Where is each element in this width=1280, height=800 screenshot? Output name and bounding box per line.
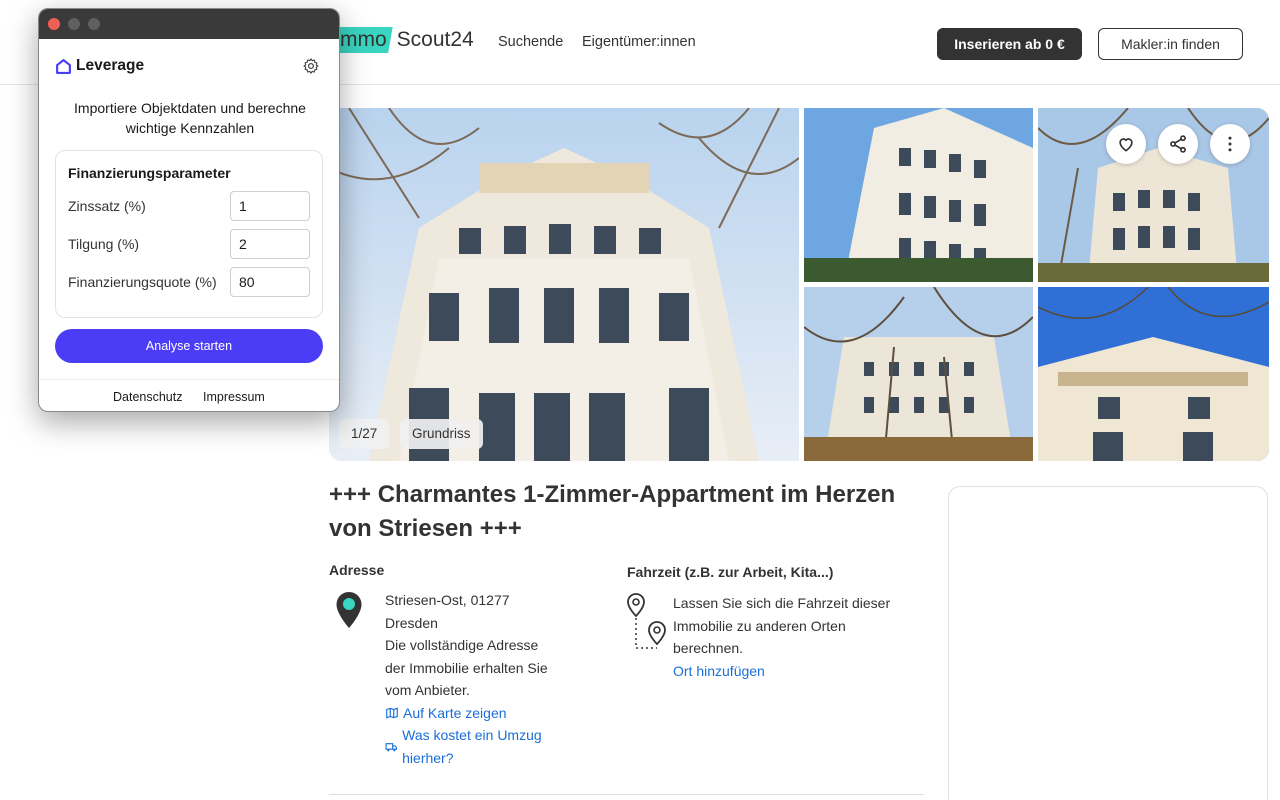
listing-title: +++ Charmantes 1-Zimmer-Appartment im He… [329,481,896,542]
repayment-label: Tilgung (%) [68,236,140,252]
thumbnail-photo-2[interactable] [804,108,1033,282]
commute-description: Lassen Sie sich die Fahrzeit dieser Immo… [673,595,891,656]
truck-icon [385,742,398,751]
address-block: Striesen-Ost, 01277 Dresden Die vollstän… [385,589,585,769]
financing-ratio-input[interactable] [230,267,310,297]
settings-gear-icon[interactable] [302,57,320,75]
moving-cost-link[interactable]: Was kostet ein Umzug hierher? [385,724,585,769]
start-analysis-button[interactable]: Analyse starten [55,329,323,363]
brand-name: Leverage [76,57,145,74]
window-titlebar[interactable] [39,9,339,39]
financing-params-title: Finanzierungsparameter [68,165,231,181]
financing-params-panel: Finanzierungsparameter Zinssatz (%) Tilg… [55,150,323,318]
minimize-window-button[interactable] [68,18,80,30]
share-icon [1170,135,1186,153]
address-line-1: Striesen-Ost, 01277 [385,592,510,608]
imprint-link[interactable]: Impressum [203,390,265,404]
leverage-brand: Leverage [55,57,144,75]
financing-ratio-label: Finanzierungsquote (%) [68,274,217,290]
nav-owners[interactable]: Eigentümer:innen [582,34,696,50]
section-divider [329,794,924,795]
photo-gallery: 1/27 Grundriss [329,108,1269,461]
more-icon [1228,136,1232,152]
zoom-window-button[interactable] [88,18,100,30]
map-icon [386,707,398,719]
nav-searchers[interactable]: Suchende [498,34,563,50]
logo-immo: mmo [336,27,393,53]
find-agent-button[interactable]: Makler:in finden [1098,28,1243,60]
privacy-link[interactable]: Datenschutz [113,390,182,404]
heart-icon [1119,138,1133,152]
repayment-input[interactable] [230,229,310,259]
show-on-map-label: Auf Karte zeigen [403,704,507,721]
route-icon [627,593,666,649]
contact-card [948,486,1268,800]
share-button[interactable] [1158,124,1198,164]
commute-block: Lassen Sie sich die Fahrzeit dieser Immo… [673,592,933,682]
logo-scout: Scout24 [396,28,474,51]
commute-heading: Fahrzeit (z.B. zur Arbeit, Kita...) [627,564,834,580]
main-photo[interactable] [329,108,799,461]
interest-rate-input[interactable] [230,191,310,221]
address-heading: Adresse [329,562,385,578]
favorite-button[interactable] [1106,124,1146,164]
add-place-link[interactable]: Ort hinzufügen [673,660,933,683]
address-line-2: Dresden [385,614,438,631]
thumbnail-photo-4[interactable] [804,287,1033,461]
address-note: Die vollständige Adresse der Immobilie e… [385,637,548,698]
immoscout-logo[interactable]: mmo Scout24 [336,26,474,54]
floorplan-button[interactable]: Grundriss [400,419,483,449]
leverage-popup-window: Leverage Importiere Objektdaten und bere… [38,8,340,412]
insert-listing-button[interactable]: Inserieren ab 0 € [937,28,1082,60]
popup-footer: Datenschutz Impressum [39,379,339,411]
photo-counter-badge[interactable]: 1/27 [339,419,390,449]
more-options-button[interactable] [1210,124,1250,164]
show-on-map-link[interactable]: Auf Karte zeigen [385,702,585,725]
thumbnail-photo-5[interactable] [1038,287,1269,461]
location-pin-icon [336,592,362,628]
interest-rate-label: Zinssatz (%) [68,198,146,214]
close-window-button[interactable] [48,18,60,30]
popup-intro-text: Importiere Objektdaten und berechne wich… [74,100,306,136]
house-logo-icon [56,58,71,74]
moving-cost-label: Was kostet ein Umzug hierher? [402,727,542,766]
